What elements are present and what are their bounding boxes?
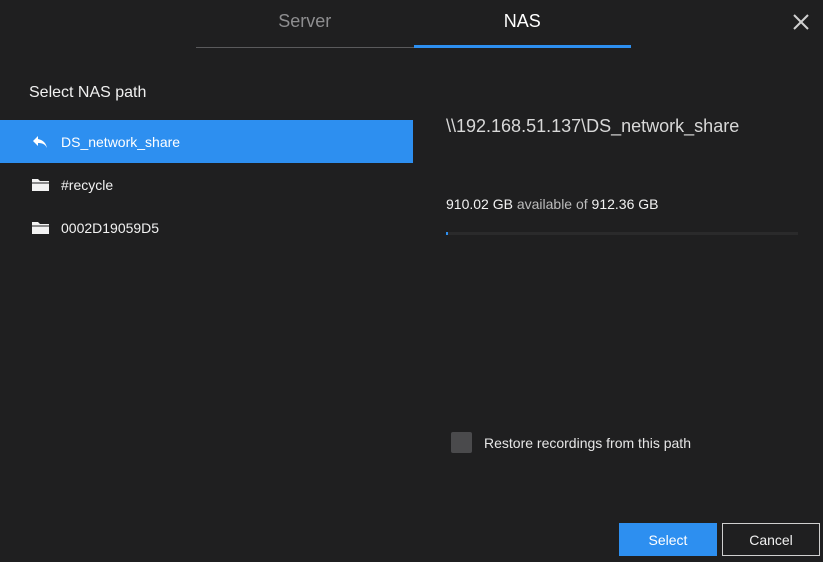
list-item-label: 0002D19059D5 [61,219,160,236]
available-of-text: available of [516,196,588,212]
cancel-button[interactable]: Cancel [722,523,820,556]
capacity-bar [446,232,798,235]
nas-path-label: \\192.168.51.137\DS_network_share [446,116,740,136]
path-list: DS_network_share #recycle 0002D19059D5 [0,120,413,249]
list-item-label: #recycle [61,176,114,193]
select-button[interactable]: Select [619,523,717,556]
tab-bar: Server NAS [196,0,631,48]
capacity-bar-fill [446,232,449,235]
folder-icon [30,220,50,236]
list-item-ds-network-share[interactable]: DS_network_share [0,120,413,163]
restore-label: Restore recordings from this path [484,434,691,451]
back-arrow-icon [30,134,50,150]
list-item-0002d19059d5[interactable]: 0002D19059D5 [0,206,413,249]
capacity-text: 910.02 GB available of 912.36 GB [446,196,658,212]
folder-icon [30,177,50,193]
restore-checkbox[interactable] [451,432,472,453]
nas-dialog: Server NAS Select NAS path DS_network_sh… [0,0,823,562]
tab-server[interactable]: Server [196,0,414,48]
restore-recordings-option[interactable]: Restore recordings from this path [451,432,691,453]
list-item-recycle[interactable]: #recycle [0,163,413,206]
available-size: 910.02 GB [446,196,513,212]
close-icon[interactable] [791,12,811,32]
tab-nas[interactable]: NAS [413,0,631,48]
total-size: 912.36 GB [591,196,659,212]
list-item-label: DS_network_share [61,133,181,150]
select-path-title: Select NAS path [29,84,147,101]
